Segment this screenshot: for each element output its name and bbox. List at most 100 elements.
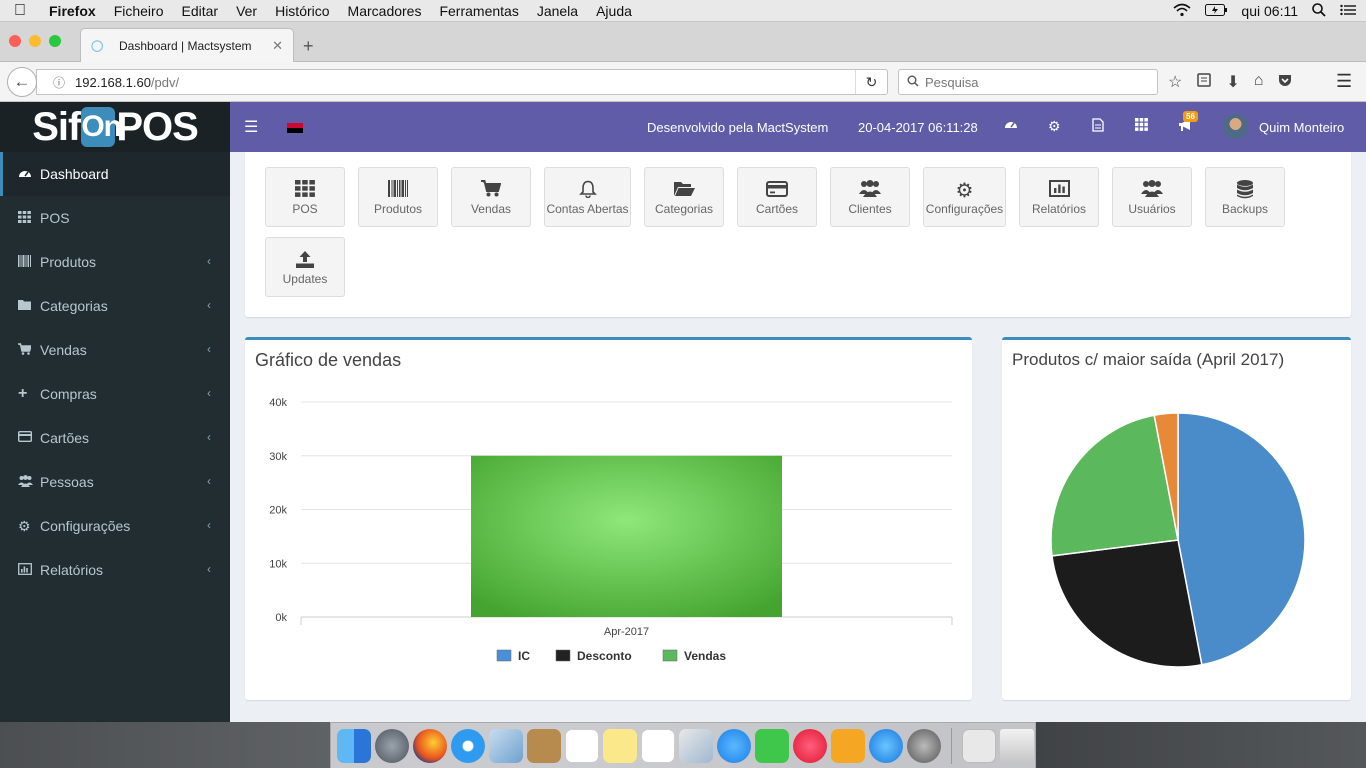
tile-pos[interactable]: POS — [265, 167, 345, 227]
contacts-icon[interactable] — [527, 728, 561, 763]
site-info-icon[interactable]: ⓘ — [53, 74, 65, 91]
pie-slice[interactable] — [1051, 539, 1203, 668]
sidebar-item-pessoas[interactable]: Pessoas ‹ — [0, 460, 230, 504]
menu-editar[interactable]: Editar — [172, 3, 227, 19]
sidebar-item-dashboard[interactable]: Dashboard — [0, 152, 230, 196]
users-icon — [1113, 180, 1191, 202]
facetime-icon[interactable] — [755, 728, 789, 763]
itunes-icon[interactable] — [793, 728, 827, 763]
url-bar[interactable]: ⓘ 192.168.1.60/pdv/ ↻ — [36, 69, 888, 95]
legend-label[interactable]: Vendas — [684, 649, 726, 663]
apple-icon[interactable]:  — [0, 2, 40, 20]
photos-icon[interactable] — [679, 728, 713, 763]
tile-clientes[interactable]: Clientes — [830, 167, 910, 227]
sidebar-item-cartoes[interactable]: Cartões ‹ — [0, 416, 230, 460]
tile-vendas[interactable]: Vendas — [451, 167, 531, 227]
calendar-icon[interactable] — [565, 728, 599, 763]
download-icon[interactable]: ⬇ — [1226, 72, 1239, 93]
bell-icon — [545, 180, 630, 202]
chevron-left-icon: ‹ — [207, 386, 211, 400]
ibooks-icon[interactable] — [831, 728, 865, 763]
tile-backups[interactable]: Backups — [1205, 167, 1285, 227]
user-avatar[interactable] — [1223, 114, 1248, 139]
finder-icon[interactable] — [337, 728, 371, 763]
tile-produtos[interactable]: Produtos — [358, 167, 438, 227]
mail-icon[interactable] — [489, 728, 523, 763]
new-tab-button[interactable]: + — [303, 36, 314, 57]
menu-app-name[interactable]: Firefox — [40, 3, 105, 19]
reminders-icon[interactable] — [641, 728, 675, 763]
window-minimize-button[interactable] — [29, 35, 41, 47]
sidebar-item-vendas[interactable]: Vendas ‹ — [0, 328, 230, 372]
document-icon[interactable] — [1092, 118, 1104, 135]
sidebar-toggle-icon[interactable]: ☰ — [244, 117, 258, 137]
browser-tab-strip: ◯ Dashboard | Mactsystem ✕ + — [0, 22, 1366, 62]
tile-updates[interactable]: Updates — [265, 237, 345, 297]
menu-ver[interactable]: Ver — [227, 3, 266, 19]
system-preferences-icon[interactable] — [907, 728, 941, 763]
menu-janela[interactable]: Janela — [528, 3, 587, 19]
angola-flag-icon[interactable] — [287, 123, 303, 133]
menu-ajuda[interactable]: Ajuda — [587, 3, 641, 19]
settings-gears-icon[interactable]: ⚙ — [1048, 118, 1061, 135]
window-zoom-button[interactable] — [49, 35, 61, 47]
app-logo[interactable]: Sif On POS — [0, 102, 230, 152]
bookmarks-list-icon[interactable] — [1196, 72, 1212, 93]
user-name[interactable]: Quim Monteiro — [1259, 120, 1344, 135]
wifi-icon[interactable] — [1173, 3, 1191, 20]
browser-tab-active[interactable]: ◯ Dashboard | Mactsystem ✕ — [80, 28, 294, 62]
spotlight-search-icon[interactable] — [1312, 2, 1326, 20]
sidebar-item-relatorios[interactable]: Relatórios ‹ — [0, 548, 230, 592]
legend-swatch[interactable] — [496, 649, 512, 662]
pie-slice[interactable] — [1177, 412, 1306, 666]
tab-close-icon[interactable]: ✕ — [272, 38, 283, 54]
folder-open-icon — [645, 180, 723, 202]
clock-text[interactable]: qui 06:11 — [1241, 3, 1298, 19]
browser-nav-bar: ⓘ 192.168.1.60/pdv/ ↻ ← Pesquisa ☆ ⬇ ⌂ ☰ — [0, 62, 1366, 102]
safari-icon[interactable] — [451, 728, 485, 763]
pocket-icon[interactable] — [1277, 72, 1293, 93]
trash-icon[interactable] — [1000, 728, 1034, 763]
sidebar-item-produtos[interactable]: Produtos ‹ — [0, 240, 230, 284]
menu-ficheiro[interactable]: Ficheiro — [105, 3, 173, 19]
home-icon[interactable]: ⌂ — [1254, 72, 1264, 93]
reload-icon[interactable]: ↻ — [855, 70, 887, 94]
chevron-left-icon: ‹ — [207, 298, 211, 312]
menu-ferramentas[interactable]: Ferramentas — [430, 3, 527, 19]
legend-swatch[interactable] — [555, 649, 571, 662]
app-store-icon[interactable] — [869, 728, 903, 763]
notes-icon[interactable] — [603, 728, 637, 763]
tile-configuracoes[interactable]: ⚙ Configurações — [923, 167, 1006, 227]
dashboard-icon[interactable] — [1004, 118, 1018, 135]
tile-relatorios[interactable]: Relatórios — [1019, 167, 1099, 227]
downloads-stack-icon[interactable] — [962, 728, 996, 763]
menu-marcadores[interactable]: Marcadores — [339, 3, 431, 19]
url-host: 192.168.1.60 — [75, 74, 151, 90]
sidebar-item-configuracoes[interactable]: ⚙ Configurações ‹ — [0, 504, 230, 548]
tile-contas-abertas[interactable]: Contas Abertas — [544, 167, 631, 227]
bookmark-star-icon[interactable]: ☆ — [1168, 72, 1182, 93]
legend-swatch[interactable] — [662, 649, 678, 662]
sidebar-item-categorias[interactable]: Categorias ‹ — [0, 284, 230, 328]
legend-label[interactable]: Desconto — [577, 649, 632, 663]
database-icon — [1206, 180, 1284, 202]
search-bar[interactable]: Pesquisa — [898, 69, 1158, 95]
tile-categorias[interactable]: Categorias — [644, 167, 724, 227]
tile-usuarios[interactable]: Usuários — [1112, 167, 1192, 227]
back-button[interactable]: ← — [7, 67, 37, 97]
top-products-pie-chart — [1050, 412, 1306, 668]
bar-vendas[interactable] — [471, 455, 782, 617]
apps-grid-icon[interactable] — [1135, 118, 1148, 134]
menu-historico[interactable]: Histórico — [266, 3, 338, 19]
sidebar-item-compras[interactable]: + Compras ‹ — [0, 372, 230, 416]
sidebar-item-pos[interactable]: POS — [0, 196, 230, 240]
legend-label[interactable]: IC — [518, 649, 530, 663]
notification-center-icon[interactable] — [1340, 3, 1356, 19]
browser-menu-icon[interactable]: ☰ — [1336, 71, 1352, 92]
messages-icon[interactable] — [717, 728, 751, 763]
launchpad-icon[interactable] — [375, 728, 409, 763]
battery-icon[interactable] — [1205, 3, 1228, 19]
firefox-icon[interactable] — [413, 728, 447, 763]
window-close-button[interactable] — [9, 35, 21, 47]
tile-cartoes[interactable]: Cartões — [737, 167, 817, 227]
